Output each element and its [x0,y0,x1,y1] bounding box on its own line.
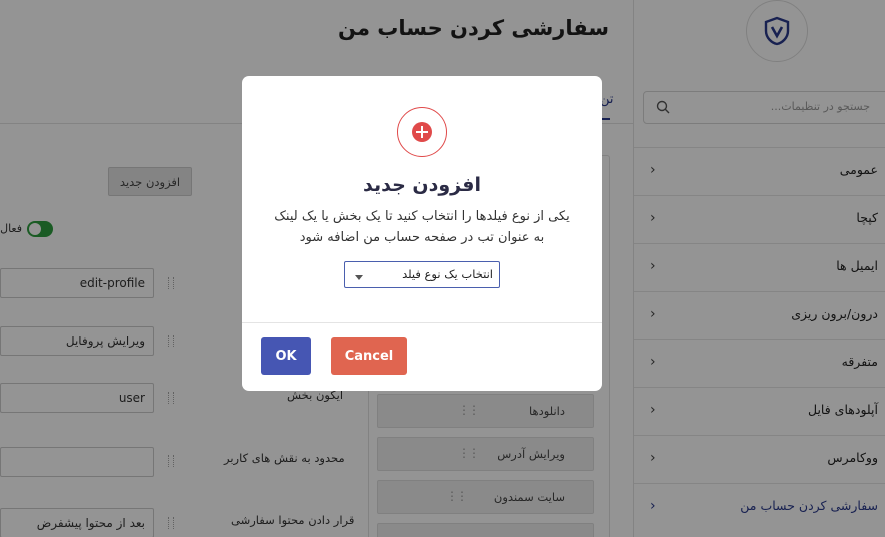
modal-title: افزودن جدید [363,174,481,196]
cancel-button[interactable]: Cancel [331,337,407,375]
plus-circle-icon [397,107,447,157]
plus-icon [412,122,432,142]
field-type-select-value: انتخاب یک نوع فیلد [402,267,493,281]
modal-description: یکی از نوع فیلدها را انتخاب کنید تا یک ب… [274,209,570,245]
add-new-modal: افزودن جدید یکی از نوع فیلدها را انتخاب … [242,76,602,391]
ok-button[interactable]: OK [261,337,311,375]
caret-down-icon [355,275,363,280]
modal-divider [242,322,602,323]
field-type-select[interactable]: انتخاب یک نوع فیلد [344,261,500,288]
page: سفارشی کردن حساب من جستجو در تنظیمات... … [0,0,885,537]
